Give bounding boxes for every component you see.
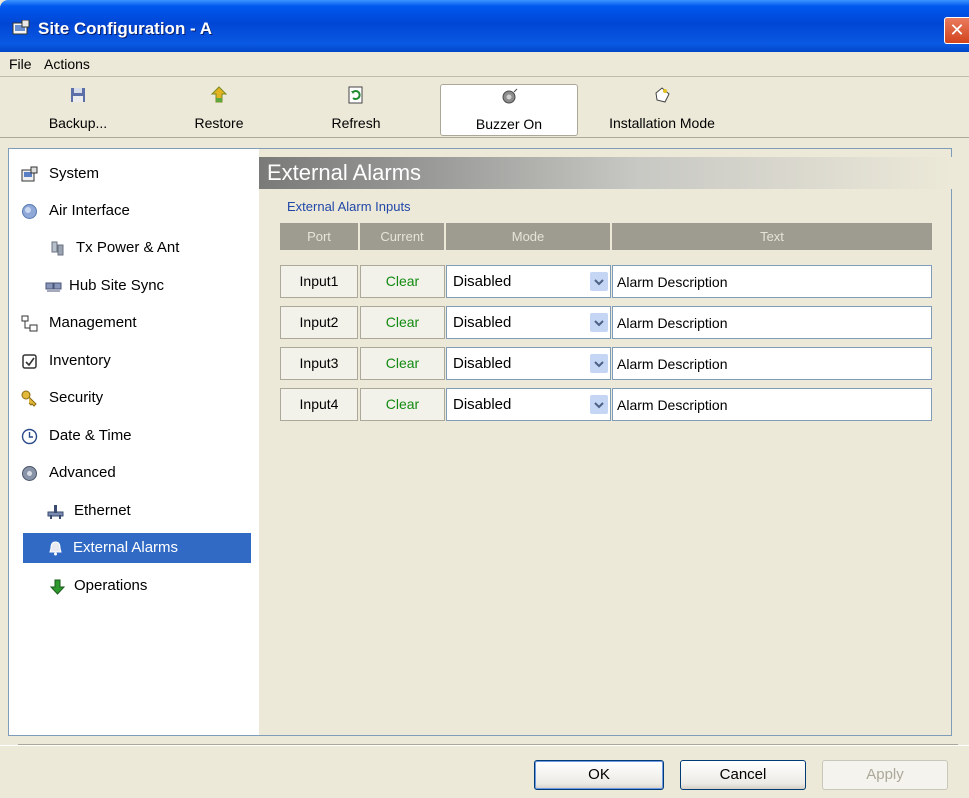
column-header-mode: Mode <box>446 223 612 250</box>
mode-select[interactable]: Disabled <box>446 388 611 421</box>
current-status-cell: Clear <box>360 388 445 421</box>
sidebar-nav: System Air Interface Tx Power & Ant Hub … <box>8 148 259 736</box>
title-bar[interactable]: Site Configuration - A ✕ <box>0 0 969 52</box>
cancel-button[interactable]: Cancel <box>680 760 806 790</box>
antenna-icon <box>51 241 64 256</box>
sidebar-item-label: Date & Time <box>49 427 132 444</box>
alarm-text-input[interactable] <box>612 306 932 339</box>
system-icon <box>21 166 38 182</box>
apply-button[interactable]: Apply <box>822 760 948 790</box>
mode-select-value: Disabled <box>453 273 512 290</box>
sidebar-item-advanced[interactable]: Advanced <box>13 458 213 488</box>
chevron-down-icon[interactable] <box>590 313 608 332</box>
port-cell: Input1 <box>280 265 358 298</box>
column-header-current: Current <box>360 223 446 250</box>
site-configuration-window: Site Configuration - A ✕ File Actions Ba… <box>0 0 969 798</box>
mode-select[interactable]: Disabled <box>446 306 611 339</box>
restore-button[interactable]: Restore <box>183 78 255 136</box>
chevron-down-icon[interactable] <box>590 354 608 373</box>
current-status-cell: Clear <box>360 347 445 380</box>
section-subtitle: External Alarm Inputs <box>287 199 411 214</box>
refresh-icon <box>348 86 363 104</box>
buzzer-label: Buzzer On <box>475 116 543 132</box>
mode-select-value: Disabled <box>453 314 512 331</box>
ok-button[interactable]: OK <box>534 760 664 790</box>
mode-select[interactable]: Disabled <box>446 265 611 298</box>
current-status-cell: Clear <box>360 306 445 339</box>
save-icon <box>71 88 85 102</box>
backup-label: Backup... <box>48 115 108 131</box>
site-config-icon <box>12 20 30 35</box>
page-title: External Alarms <box>259 157 952 189</box>
port-cell: Input2 <box>280 306 358 339</box>
installation-icon <box>655 87 670 103</box>
sidebar-item-ethernet[interactable]: Ethernet <box>39 496 239 526</box>
sidebar-item-label: Ethernet <box>74 502 131 519</box>
current-status-cell: Clear <box>360 265 445 298</box>
inventory-icon <box>22 354 37 369</box>
restore-icon <box>210 86 228 103</box>
alarm-text-input[interactable] <box>612 388 932 421</box>
mode-select-value: Disabled <box>453 396 512 413</box>
installation-mode-button[interactable]: Installation Mode <box>590 78 734 136</box>
advanced-icon <box>22 466 37 481</box>
sidebar-item-label: Inventory <box>49 352 111 369</box>
sidebar-item-system[interactable]: System <box>13 159 213 189</box>
sidebar-item-inventory[interactable]: Inventory <box>13 346 213 376</box>
buzzer-on-button[interactable]: Buzzer On <box>440 84 578 136</box>
close-button[interactable]: ✕ <box>944 17 969 44</box>
sidebar-item-label: Air Interface <box>49 202 130 219</box>
security-icon <box>21 390 37 407</box>
chevron-down-icon[interactable] <box>590 395 608 414</box>
sidebar-item-label: Operations <box>74 577 148 594</box>
alarm-icon <box>49 541 62 556</box>
sidebar-item-label: Security <box>49 389 104 406</box>
sidebar-item-label: Tx Power & Ant <box>76 239 180 256</box>
sidebar-item-label: System <box>49 165 100 182</box>
chevron-down-icon[interactable] <box>590 272 608 291</box>
port-cell: Input3 <box>280 347 358 380</box>
sidebar-item-label: Hub Site Sync <box>69 277 165 294</box>
alarm-text-input[interactable] <box>612 347 932 380</box>
operations-icon <box>49 579 66 595</box>
refresh-button[interactable]: Refresh <box>318 78 394 136</box>
mode-select[interactable]: Disabled <box>446 347 611 380</box>
sidebar-item-operations[interactable]: Operations <box>39 571 239 601</box>
window-title: Site Configuration - A <box>38 19 213 38</box>
alarm-text-input[interactable] <box>612 265 932 298</box>
main-panel: External Alarms External Alarm Inputs Po… <box>259 148 952 736</box>
menu-bar: File Actions <box>0 52 969 77</box>
sidebar-item-air-interface[interactable]: Air Interface <box>13 196 213 226</box>
refresh-label: Refresh <box>331 115 381 131</box>
toolbar: Backup... Restore Refresh Buzzer On Inst… <box>0 78 969 138</box>
sidebar-item-hub-site-sync[interactable]: Hub Site Sync <box>39 271 239 301</box>
backup-button[interactable]: Backup... <box>40 78 116 136</box>
close-icon: ✕ <box>949 20 965 40</box>
sync-icon <box>45 282 62 292</box>
installation-mode-label: Installation Mode <box>609 115 715 131</box>
sidebar-item-date-time[interactable]: Date & Time <box>13 421 213 451</box>
ethernet-icon <box>47 505 64 519</box>
mode-select-value: Disabled <box>453 355 512 372</box>
sidebar-item-external-alarms[interactable]: External Alarms <box>23 533 251 563</box>
menu-file[interactable]: File <box>9 56 32 72</box>
dialog-button-bar: OK Cancel Apply <box>0 745 969 798</box>
menu-actions[interactable]: Actions <box>44 56 90 72</box>
column-header-text: Text <box>612 223 932 250</box>
management-icon <box>21 315 38 332</box>
port-cell: Input4 <box>280 388 358 421</box>
sidebar-item-label: Management <box>49 314 137 331</box>
sidebar-item-management[interactable]: Management <box>13 308 213 338</box>
sidebar-item-label: Advanced <box>49 464 116 481</box>
clock-icon <box>21 428 38 445</box>
buzzer-icon <box>502 88 518 104</box>
sidebar-item-label: External Alarms <box>73 539 179 556</box>
sidebar-item-security[interactable]: Security <box>13 383 213 413</box>
column-header-port: Port <box>280 223 360 250</box>
restore-label: Restore <box>194 115 244 131</box>
air-interface-icon <box>22 204 37 219</box>
sidebar-item-tx-power-ant[interactable]: Tx Power & Ant <box>39 233 239 263</box>
